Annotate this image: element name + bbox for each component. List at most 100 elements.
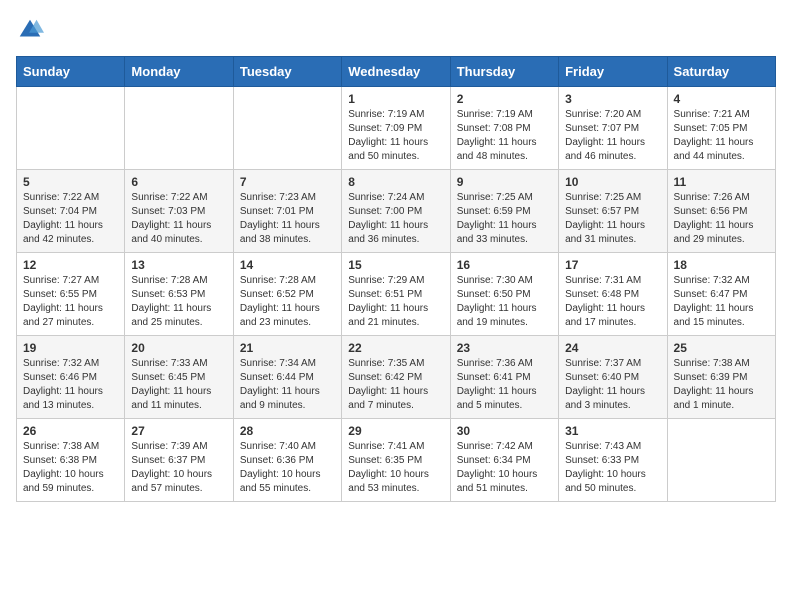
calendar-cell: 28 Sunrise: 7:40 AMSunset: 6:36 PMDaylig… (233, 419, 341, 502)
day-info: Sunrise: 7:25 AMSunset: 6:59 PMDaylight:… (457, 191, 552, 247)
calendar-cell (667, 419, 775, 502)
day-number: 19 (23, 341, 118, 355)
day-info: Sunrise: 7:31 AMSunset: 6:48 PMDaylight:… (565, 274, 660, 330)
day-number: 23 (457, 341, 552, 355)
day-info: Sunrise: 7:23 AMSunset: 7:01 PMDaylight:… (240, 191, 335, 247)
calendar-cell: 29 Sunrise: 7:41 AMSunset: 6:35 PMDaylig… (342, 419, 450, 502)
day-info: Sunrise: 7:32 AMSunset: 6:46 PMDaylight:… (23, 357, 118, 413)
day-info: Sunrise: 7:32 AMSunset: 6:47 PMDaylight:… (674, 274, 769, 330)
weekday-header-monday: Monday (125, 57, 233, 87)
day-number: 24 (565, 341, 660, 355)
weekday-header-thursday: Thursday (450, 57, 558, 87)
calendar-week-row: 5 Sunrise: 7:22 AMSunset: 7:04 PMDayligh… (17, 170, 776, 253)
calendar-cell: 2 Sunrise: 7:19 AMSunset: 7:08 PMDayligh… (450, 87, 558, 170)
day-info: Sunrise: 7:38 AMSunset: 6:39 PMDaylight:… (674, 357, 769, 413)
day-number: 7 (240, 175, 335, 189)
calendar-week-row: 12 Sunrise: 7:27 AMSunset: 6:55 PMDaylig… (17, 253, 776, 336)
calendar-cell: 8 Sunrise: 7:24 AMSunset: 7:00 PMDayligh… (342, 170, 450, 253)
day-info: Sunrise: 7:43 AMSunset: 6:33 PMDaylight:… (565, 440, 660, 496)
day-number: 9 (457, 175, 552, 189)
day-number: 12 (23, 258, 118, 272)
calendar-cell: 13 Sunrise: 7:28 AMSunset: 6:53 PMDaylig… (125, 253, 233, 336)
day-number: 18 (674, 258, 769, 272)
calendar-cell: 4 Sunrise: 7:21 AMSunset: 7:05 PMDayligh… (667, 87, 775, 170)
day-info: Sunrise: 7:28 AMSunset: 6:53 PMDaylight:… (131, 274, 226, 330)
calendar-cell: 16 Sunrise: 7:30 AMSunset: 6:50 PMDaylig… (450, 253, 558, 336)
day-number: 30 (457, 424, 552, 438)
calendar-cell: 18 Sunrise: 7:32 AMSunset: 6:47 PMDaylig… (667, 253, 775, 336)
day-info: Sunrise: 7:27 AMSunset: 6:55 PMDaylight:… (23, 274, 118, 330)
day-info: Sunrise: 7:30 AMSunset: 6:50 PMDaylight:… (457, 274, 552, 330)
calendar-cell: 19 Sunrise: 7:32 AMSunset: 6:46 PMDaylig… (17, 336, 125, 419)
calendar-table: SundayMondayTuesdayWednesdayThursdayFrid… (16, 56, 776, 502)
day-number: 28 (240, 424, 335, 438)
day-number: 20 (131, 341, 226, 355)
day-number: 13 (131, 258, 226, 272)
day-info: Sunrise: 7:38 AMSunset: 6:38 PMDaylight:… (23, 440, 118, 496)
weekday-header-wednesday: Wednesday (342, 57, 450, 87)
day-info: Sunrise: 7:24 AMSunset: 7:00 PMDaylight:… (348, 191, 443, 247)
day-number: 17 (565, 258, 660, 272)
day-number: 2 (457, 92, 552, 106)
day-info: Sunrise: 7:19 AMSunset: 7:09 PMDaylight:… (348, 108, 443, 164)
weekday-header-sunday: Sunday (17, 57, 125, 87)
day-number: 15 (348, 258, 443, 272)
day-info: Sunrise: 7:25 AMSunset: 6:57 PMDaylight:… (565, 191, 660, 247)
day-number: 25 (674, 341, 769, 355)
day-number: 21 (240, 341, 335, 355)
day-info: Sunrise: 7:35 AMSunset: 6:42 PMDaylight:… (348, 357, 443, 413)
calendar-cell: 22 Sunrise: 7:35 AMSunset: 6:42 PMDaylig… (342, 336, 450, 419)
day-number: 3 (565, 92, 660, 106)
day-info: Sunrise: 7:39 AMSunset: 6:37 PMDaylight:… (131, 440, 226, 496)
weekday-header-friday: Friday (559, 57, 667, 87)
calendar-week-row: 26 Sunrise: 7:38 AMSunset: 6:38 PMDaylig… (17, 419, 776, 502)
calendar-cell: 17 Sunrise: 7:31 AMSunset: 6:48 PMDaylig… (559, 253, 667, 336)
day-number: 22 (348, 341, 443, 355)
calendar-cell: 15 Sunrise: 7:29 AMSunset: 6:51 PMDaylig… (342, 253, 450, 336)
day-number: 5 (23, 175, 118, 189)
calendar-cell (17, 87, 125, 170)
calendar-cell: 23 Sunrise: 7:36 AMSunset: 6:41 PMDaylig… (450, 336, 558, 419)
calendar-cell: 1 Sunrise: 7:19 AMSunset: 7:09 PMDayligh… (342, 87, 450, 170)
day-number: 11 (674, 175, 769, 189)
calendar-cell: 10 Sunrise: 7:25 AMSunset: 6:57 PMDaylig… (559, 170, 667, 253)
day-number: 4 (674, 92, 769, 106)
calendar-cell: 12 Sunrise: 7:27 AMSunset: 6:55 PMDaylig… (17, 253, 125, 336)
day-info: Sunrise: 7:22 AMSunset: 7:03 PMDaylight:… (131, 191, 226, 247)
day-info: Sunrise: 7:36 AMSunset: 6:41 PMDaylight:… (457, 357, 552, 413)
calendar-cell: 14 Sunrise: 7:28 AMSunset: 6:52 PMDaylig… (233, 253, 341, 336)
calendar-cell: 20 Sunrise: 7:33 AMSunset: 6:45 PMDaylig… (125, 336, 233, 419)
day-number: 27 (131, 424, 226, 438)
calendar-cell (233, 87, 341, 170)
weekday-header-saturday: Saturday (667, 57, 775, 87)
day-number: 31 (565, 424, 660, 438)
day-info: Sunrise: 7:21 AMSunset: 7:05 PMDaylight:… (674, 108, 769, 164)
day-number: 26 (23, 424, 118, 438)
day-number: 16 (457, 258, 552, 272)
calendar-cell: 31 Sunrise: 7:43 AMSunset: 6:33 PMDaylig… (559, 419, 667, 502)
day-info: Sunrise: 7:34 AMSunset: 6:44 PMDaylight:… (240, 357, 335, 413)
day-number: 29 (348, 424, 443, 438)
calendar-cell: 21 Sunrise: 7:34 AMSunset: 6:44 PMDaylig… (233, 336, 341, 419)
calendar-cell: 25 Sunrise: 7:38 AMSunset: 6:39 PMDaylig… (667, 336, 775, 419)
day-info: Sunrise: 7:42 AMSunset: 6:34 PMDaylight:… (457, 440, 552, 496)
calendar-cell: 6 Sunrise: 7:22 AMSunset: 7:03 PMDayligh… (125, 170, 233, 253)
calendar-cell: 9 Sunrise: 7:25 AMSunset: 6:59 PMDayligh… (450, 170, 558, 253)
page-header (16, 16, 776, 44)
calendar-cell: 24 Sunrise: 7:37 AMSunset: 6:40 PMDaylig… (559, 336, 667, 419)
calendar-week-row: 19 Sunrise: 7:32 AMSunset: 6:46 PMDaylig… (17, 336, 776, 419)
calendar-cell: 30 Sunrise: 7:42 AMSunset: 6:34 PMDaylig… (450, 419, 558, 502)
calendar-cell (125, 87, 233, 170)
calendar-cell: 5 Sunrise: 7:22 AMSunset: 7:04 PMDayligh… (17, 170, 125, 253)
calendar-week-row: 1 Sunrise: 7:19 AMSunset: 7:09 PMDayligh… (17, 87, 776, 170)
calendar-cell: 11 Sunrise: 7:26 AMSunset: 6:56 PMDaylig… (667, 170, 775, 253)
day-number: 8 (348, 175, 443, 189)
day-info: Sunrise: 7:37 AMSunset: 6:40 PMDaylight:… (565, 357, 660, 413)
logo-icon (16, 16, 44, 44)
calendar-cell: 26 Sunrise: 7:38 AMSunset: 6:38 PMDaylig… (17, 419, 125, 502)
day-number: 6 (131, 175, 226, 189)
calendar-header-row: SundayMondayTuesdayWednesdayThursdayFrid… (17, 57, 776, 87)
logo (16, 16, 48, 44)
calendar-cell: 27 Sunrise: 7:39 AMSunset: 6:37 PMDaylig… (125, 419, 233, 502)
calendar-cell: 3 Sunrise: 7:20 AMSunset: 7:07 PMDayligh… (559, 87, 667, 170)
